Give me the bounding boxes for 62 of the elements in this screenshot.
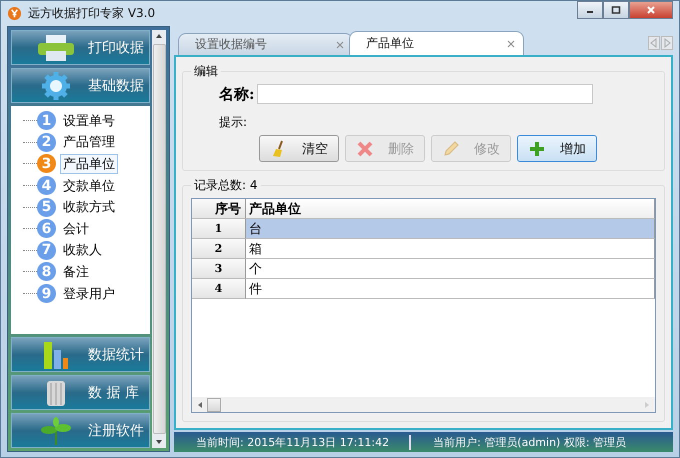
scroll-thumb[interactable] [207,398,221,412]
number-badge: 6 [37,219,56,238]
nav-button[interactable]: 数据统计 [11,337,150,372]
right-arrow-icon[interactable] [643,400,651,408]
number-badge: 2 [37,132,56,152]
maximize-button[interactable] [603,1,629,19]
app-icon [7,6,22,21]
number-badge: 1 [37,111,56,130]
number-badge: 5 [37,198,56,217]
close-icon [646,5,656,15]
close-button[interactable] [629,1,673,19]
tree-item[interactable]: 收款人 [60,240,105,260]
column-header[interactable]: 序号 [192,199,246,219]
window-title: 远方收据打印专家 V3.0 [28,5,156,22]
nav-button[interactable]: 基础数据 [11,68,150,103]
tree-item[interactable]: 备注 [60,262,92,282]
number-badge: 4 [37,176,56,196]
tab[interactable]: 产品单位 [349,31,524,55]
action-button[interactable]: 清空 [259,135,339,162]
group-title: 编辑 [193,63,219,80]
row-header[interactable]: 3 [192,259,246,279]
group-title: 记录总数: 4 [193,177,258,194]
tree-item[interactable]: 会计 [60,218,92,239]
maximize-icon [611,5,621,15]
left-arrow-icon[interactable] [196,400,204,408]
tree-item[interactable]: 收款方式 [60,197,118,218]
printer-icon [36,32,76,62]
close-icon[interactable] [507,40,515,48]
field-label: 名称: [219,84,255,104]
status-text: 当前时间: 2015年11月13日 17:11:42 [174,434,412,450]
number-badge: 3 [37,154,56,174]
table-cell[interactable]: 箱 [246,239,655,259]
up-arrow-icon[interactable] [155,32,163,40]
number-badge: 9 [37,284,56,304]
number-badge: 8 [37,262,56,282]
close-icon[interactable] [336,40,344,48]
column-header[interactable]: 产品单位 [246,199,655,219]
tree-item[interactable]: 交款单位 [60,176,118,196]
minimize-button[interactable] [577,1,603,19]
tree-item[interactable]: 登录用户 [60,284,118,304]
plus-icon [528,140,546,158]
nav-button[interactable]: 打印收据 [11,30,150,65]
hint-label: 提示: [218,114,248,131]
nav-button[interactable]: 数 据 库 [11,375,150,410]
tree-item[interactable]: 产品单位 [60,154,118,174]
table-cell[interactable]: 个 [246,259,655,279]
table-cell[interactable]: 件 [246,279,655,299]
action-button[interactable]: 增加 [517,135,597,162]
horizontal-scrollbar[interactable] [192,397,655,412]
down-arrow-icon[interactable] [155,438,163,446]
pencil-icon [442,140,460,158]
x-icon [356,140,374,158]
row-header[interactable]: 1 [192,219,246,239]
tree-item[interactable]: 设置单号 [60,110,118,131]
nav-button[interactable]: 注册软件 [11,413,150,448]
number-badge: 7 [37,240,56,260]
table-cell[interactable]: 台 [246,219,655,239]
row-header[interactable]: 2 [192,239,246,259]
row-header[interactable]: 4 [192,279,246,299]
name-input-field[interactable] [256,84,593,104]
tree-item[interactable]: 产品管理 [60,132,118,152]
status-text: 当前用户: 管理员(admin) 权限: 管理员 [432,434,628,450]
